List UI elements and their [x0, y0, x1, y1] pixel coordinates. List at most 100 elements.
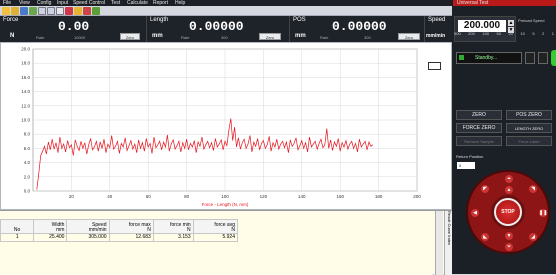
export-icon[interactable] [92, 7, 100, 15]
speed-preset-6[interactable]: 5 [532, 31, 534, 38]
pos-zero-button[interactable]: POS ZERO [506, 110, 552, 120]
speed-preset-3[interactable]: 50 [497, 31, 501, 38]
preload-speed-label: Preload Speed [518, 18, 545, 23]
force-unit: N [10, 33, 15, 39]
x-tick-label: 180 [375, 194, 383, 199]
table-cell: 5.924 [192, 233, 239, 242]
table-row[interactable]: 1 25.400 305.000 12.683 3.153 5.924 [0, 233, 239, 242]
jog-down-fast-icon[interactable]: ⏷ [505, 243, 513, 251]
speed-preset-2[interactable]: 100 [482, 31, 489, 38]
jog-up-fast-icon[interactable]: ⏶ [505, 175, 513, 183]
table-cell: 3.153 [152, 233, 194, 242]
force-zero-button[interactable]: FORCE ZERO [456, 123, 502, 133]
speed-up-icon[interactable]: ▲ [508, 20, 514, 26]
speed-preset-5[interactable]: 10 [520, 31, 524, 38]
col-header-1[interactable]: Width mm [33, 219, 68, 234]
force-length-chart: 20.0 18.0 16.0 14.0 12.0 10.0 8.0 6.0 4.0 2.0 0.0 2… [0, 42, 452, 210]
y-tick-label: 6.0 [24, 146, 31, 151]
length-rate-value: 300 [221, 35, 228, 40]
jog-up-right-icon[interactable]: ◥ [529, 185, 537, 193]
length-zero-button[interactable]: LENGTH ZERO [506, 123, 552, 133]
print-icon[interactable] [83, 7, 91, 15]
stop-button[interactable]: STOP [494, 198, 522, 226]
x-tick-label: 200 [413, 194, 421, 199]
x-tick-label: 80 [184, 194, 190, 199]
y-tick-label: 16.0 [21, 75, 30, 80]
chart-svg: 20.0 18.0 16.0 14.0 12.0 10.0 8.0 6.0 4.0 2.0 0.0 2… [21, 47, 421, 208]
pause-icon[interactable]: ❚❚ [539, 209, 547, 217]
pos-value: 0.00000 [332, 19, 387, 34]
table-cell: 1 [0, 233, 35, 242]
remove-sample-button[interactable]: Remove Sample [456, 136, 502, 146]
pos-panel: POS 0.00000 mm Rate 300 Zero [289, 16, 423, 42]
speed-preset-4[interactable]: 20 [508, 31, 512, 38]
length-rate-label: Rate [181, 35, 190, 40]
length-value: 0.00000 [189, 19, 244, 34]
jog-down-left-icon[interactable]: ◣ [481, 233, 489, 241]
status-text: Standby... [475, 55, 498, 61]
speed-box: 200.000 ▲ ▼ [454, 16, 516, 42]
x-axis-label: Force - Length (N, mm) [202, 202, 249, 207]
status-box-b[interactable] [538, 52, 548, 64]
jog-down-right-icon[interactable]: ◢ [529, 233, 537, 241]
length-panel: Length 0.00000 mm Rate 300 Zero [146, 16, 288, 42]
status-led-icon [459, 55, 464, 60]
table-cell: 305.000 [66, 233, 110, 242]
length-unit: mm [152, 33, 163, 39]
table-header-row: No Width mm Speed mm/min force max Nforce min N… [0, 219, 239, 234]
x-tick-label: 40 [107, 194, 113, 199]
y-tick-label: 2.0 [24, 174, 31, 179]
start-icon[interactable] [29, 7, 37, 15]
x-tick-label: 60 [146, 194, 152, 199]
zero-button[interactable]: ZERO [456, 110, 502, 120]
jog-up-icon[interactable]: ▲ [505, 186, 513, 194]
window-icon[interactable] [38, 7, 46, 15]
table-scrollbar[interactable] [435, 211, 443, 275]
x-tick-label: 100 [221, 194, 229, 199]
jog-left-icon[interactable]: ◀ [471, 209, 479, 217]
table-cell: 12.683 [108, 233, 154, 242]
force-panel: Force 0.00 N Rate 10000 Zero [0, 16, 145, 42]
y-tick-label: 20.0 [21, 47, 30, 52]
speed-preset-0[interactable]: 500 [454, 31, 461, 38]
force-zero-button[interactable]: Zero [120, 33, 140, 40]
force-value: 0.00 [58, 19, 90, 34]
layout-icon[interactable] [47, 7, 55, 15]
x-tick-label: 20 [69, 194, 75, 199]
length-zero-button[interactable]: Zero [259, 33, 281, 40]
jog-up-left-icon[interactable]: ◤ [481, 185, 489, 193]
force-rate-label: Rate [36, 35, 45, 40]
pos-rate-label: Rate [320, 35, 329, 40]
chart-export-button[interactable] [428, 62, 441, 70]
new-file-icon[interactable] [2, 7, 10, 15]
pos-zero-button[interactable]: Zero [398, 33, 420, 40]
force-rate-value: 10000 [74, 35, 86, 40]
col-header-3[interactable]: force max N [108, 219, 154, 234]
jog-down-icon[interactable]: ▼ [505, 232, 513, 240]
y-tick-label: 8.0 [24, 132, 31, 137]
open-folder-icon[interactable] [11, 7, 19, 15]
report-icon[interactable] [74, 7, 82, 15]
connection-indicator [551, 50, 556, 66]
col-header-2[interactable]: Speed mm/min [66, 219, 110, 234]
speed-preset-7[interactable]: 2 [542, 31, 544, 38]
table-cell: 25.400 [33, 233, 68, 242]
force-latch-button[interactable]: Force Latch [506, 136, 552, 146]
y-tick-label: 0.0 [24, 189, 31, 194]
results-table-area: No Width mm Speed mm/min force max Nforce min N… [0, 210, 452, 275]
col-header-4[interactable]: force min N [152, 219, 194, 234]
grid-icon[interactable] [56, 7, 64, 15]
col-header-0[interactable]: No [0, 219, 35, 234]
jog-wheel[interactable]: STOP ⏶ ▲ ▼ ⏷ ◀ ❚❚ ◤ ◥ ◣ ◢ [466, 170, 550, 254]
save-icon[interactable] [20, 7, 28, 15]
return-position-label: Return Position [456, 154, 484, 159]
status-box-a[interactable] [525, 52, 535, 64]
speed-preset-1[interactable]: 200 [468, 31, 475, 38]
speed-preset-8[interactable]: 1 [552, 31, 554, 38]
speed-presets: 500 200 100 50 20 10 5 2 1 [454, 31, 554, 38]
return-position-input[interactable]: 0 [457, 162, 475, 169]
record-icon[interactable] [65, 7, 73, 15]
x-tick-label: 120 [260, 194, 268, 199]
y-tick-label: 14.0 [21, 89, 30, 94]
col-header-5[interactable]: force avg N [192, 219, 239, 234]
